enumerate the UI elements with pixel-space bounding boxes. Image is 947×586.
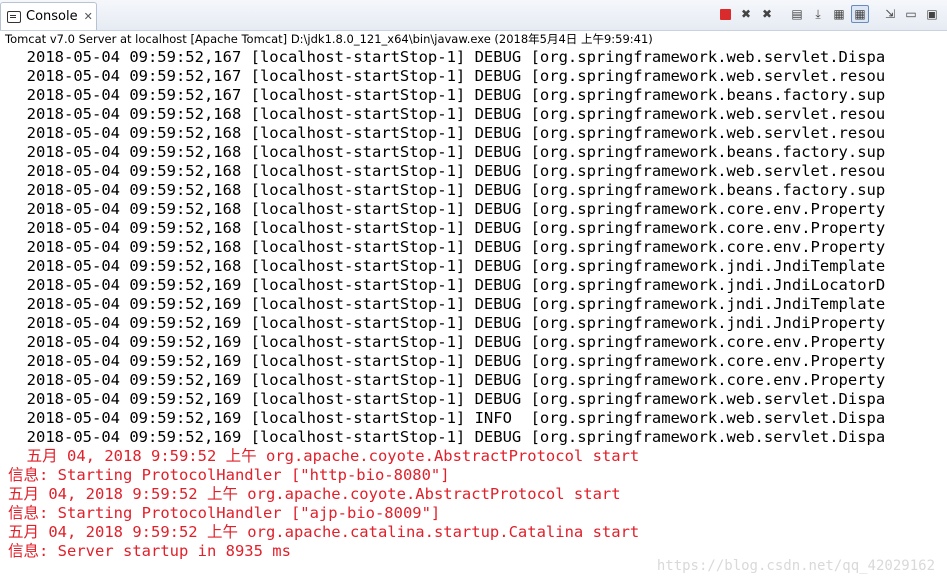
console-line: 2018-05-04 09:59:52,168 [localhost-start… [8,238,886,256]
console-line: 2018-05-04 09:59:52,169 [localhost-start… [8,390,886,408]
show-stdout-icon[interactable]: ▦ [830,5,848,23]
open-console-icon[interactable]: ▣ [923,5,941,23]
console-line: 2018-05-04 09:59:52,168 [localhost-start… [8,181,886,199]
console-line: 2018-05-04 09:59:52,168 [localhost-start… [8,162,886,180]
process-title: Tomcat v7.0 Server at localhost [Apache … [5,32,653,46]
pin-console-icon[interactable]: ⇲ [881,5,899,23]
console-line: 2018-05-04 09:59:52,169 [localhost-start… [8,295,886,313]
console-line: 2018-05-04 09:59:52,169 [localhost-start… [8,314,886,332]
console-line: 2018-05-04 09:59:52,167 [localhost-start… [8,86,886,104]
tab-console-label: Console [26,9,78,24]
console-line: 信息: Starting ProtocolHandler ["http-bio-… [8,466,450,484]
display-console-icon[interactable]: ▭ [902,5,920,23]
clear-console-icon[interactable]: ▤ [788,5,806,23]
watermark: https://blog.csdn.net/qq_42029162 [656,558,935,574]
console-line: 五月 04, 2018 9:59:52 上午 org.apache.coyote… [8,447,640,465]
tab-console[interactable]: Console ✕ [0,2,97,30]
console-line: 2018-05-04 09:59:52,168 [localhost-start… [8,124,886,142]
console-line: 2018-05-04 09:59:52,168 [localhost-start… [8,200,886,218]
console-line: 2018-05-04 09:59:52,168 [localhost-start… [8,143,886,161]
console-line: 2018-05-04 09:59:52,168 [localhost-start… [8,105,886,123]
console-line: 2018-05-04 09:59:52,169 [localhost-start… [8,333,886,351]
console-line: 2018-05-04 09:59:52,168 [localhost-start… [8,219,886,237]
remove-all-icon[interactable]: ✖ [758,5,776,23]
console-line: 2018-05-04 09:59:52,167 [localhost-start… [8,48,886,66]
console-output[interactable]: 2018-05-04 09:59:52,167 [localhost-start… [0,48,947,586]
console-line: 2018-05-04 09:59:52,169 [localhost-start… [8,409,886,427]
console-line: 信息: Starting ProtocolHandler ["ajp-bio-8… [8,504,441,522]
console-line: 2018-05-04 09:59:52,169 [localhost-start… [8,276,886,294]
console-line: 五月 04, 2018 9:59:52 上午 org.apache.coyote… [8,485,621,503]
console-line: 2018-05-04 09:59:52,167 [localhost-start… [8,67,886,85]
close-icon[interactable]: ✕ [84,10,93,23]
console-line: 五月 04, 2018 9:59:52 上午 org.apache.catali… [8,523,640,541]
terminate-icon[interactable] [716,5,734,23]
scroll-lock-icon[interactable]: ⤓ [809,5,827,23]
remove-launch-icon[interactable]: ✖ [737,5,755,23]
toolbar-separator [779,5,785,23]
view-tab-bar: Console ✕ ✖ ✖ ▤ ⤓ ▦ ▦ ⇲ ▭ ▣ [0,0,947,31]
show-stderr-icon[interactable]: ▦ [851,5,869,23]
console-line: 2018-05-04 09:59:52,169 [localhost-start… [8,371,886,389]
console-toolbar: ✖ ✖ ▤ ⤓ ▦ ▦ ⇲ ▭ ▣ [716,5,941,23]
console-line: 2018-05-04 09:59:52,168 [localhost-start… [8,257,886,275]
toolbar-separator [872,5,878,23]
console-icon [7,10,21,23]
console-line: 2018-05-04 09:59:52,169 [localhost-start… [8,352,886,370]
console-line: 2018-05-04 09:59:52,169 [localhost-start… [8,428,886,446]
